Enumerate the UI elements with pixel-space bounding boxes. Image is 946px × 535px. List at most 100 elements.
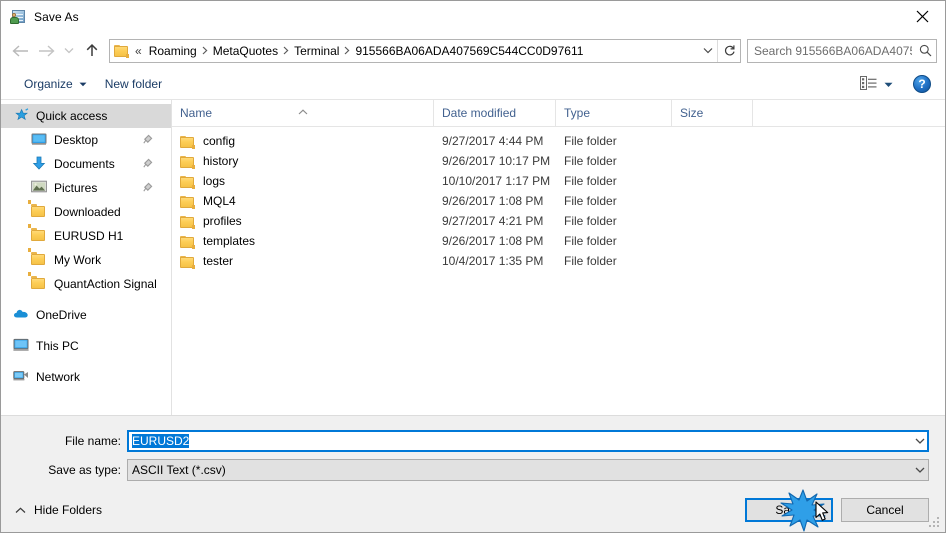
sidebar-item-label: OneDrive	[36, 308, 87, 322]
search-input[interactable]	[748, 43, 914, 58]
table-row[interactable]: history 9/26/2017 10:17 PM File folder	[172, 151, 945, 171]
monitor-icon	[31, 132, 47, 148]
sidebar-item-onedrive[interactable]: OneDrive	[1, 303, 171, 327]
resize-grip[interactable]	[929, 517, 941, 529]
sidebar-item-quick-access[interactable]: Quick access	[1, 104, 171, 128]
sidebar-item-pictures[interactable]: Pictures	[1, 176, 171, 200]
table-row[interactable]: profiles 9/27/2017 4:21 PM File folder	[172, 211, 945, 231]
help-button[interactable]: ?	[913, 75, 931, 93]
folder-icon	[180, 155, 195, 169]
pin-icon[interactable]	[143, 157, 153, 171]
pin-icon[interactable]	[143, 133, 153, 147]
file-name-value: EURUSD2	[128, 434, 911, 448]
organize-button[interactable]: Organize	[15, 73, 96, 95]
hide-folders-button[interactable]: Hide Folders	[11, 499, 106, 521]
save-button[interactable]: Save	[745, 498, 833, 522]
forward-button[interactable]	[33, 38, 59, 64]
breadcrumb: « Roaming MetaQuotes Terminal 915566BA06…	[133, 42, 698, 60]
folder-icon	[28, 248, 47, 268]
file-date-cell: 9/27/2017 4:44 PM	[442, 134, 544, 148]
dialog-footer: Hide Folders Save Cancel	[1, 488, 945, 532]
file-name-cell: templates	[172, 234, 434, 249]
sidebar-item-network[interactable]: Network	[1, 365, 171, 389]
search-box[interactable]	[747, 38, 937, 63]
file-date-cell: 10/4/2017 1:35 PM	[442, 254, 544, 268]
table-row[interactable]: tester 10/4/2017 1:35 PM File folder	[172, 251, 945, 271]
file-type-cell: File folder	[564, 234, 617, 248]
folder-icon	[28, 224, 47, 244]
save-as-icon	[10, 9, 26, 25]
back-button[interactable]	[7, 38, 33, 64]
up-button[interactable]	[79, 38, 105, 64]
folder-icon	[180, 255, 195, 269]
file-name-cell: MQL4	[172, 194, 434, 209]
file-name-cell: profiles	[172, 214, 434, 229]
chevron-down-icon[interactable]	[698, 40, 717, 62]
star-icon	[13, 108, 29, 124]
table-row[interactable]: config 9/27/2017 4:44 PM File folder	[172, 131, 945, 151]
sidebar-item-eurusd-h1[interactable]: EURUSD H1	[1, 224, 171, 248]
command-toolbar: Organize New folder ?	[1, 69, 945, 100]
sidebar-item-this-pc[interactable]: This PC	[1, 334, 171, 358]
folder-icon	[180, 135, 195, 149]
file-type-cell: File folder	[564, 254, 617, 268]
breadcrumb-item-0[interactable]: Roaming	[145, 42, 201, 60]
sidebar-item-downloaded[interactable]: Downloaded	[1, 200, 171, 224]
column-header-type[interactable]: Type	[556, 100, 672, 126]
cancel-button[interactable]: Cancel	[841, 498, 929, 522]
chevron-up-icon	[15, 503, 26, 517]
breadcrumb-item-3[interactable]: 915566BA06ADA407569C544CC0D97611	[351, 42, 587, 60]
breadcrumb-item-2[interactable]: Terminal	[290, 42, 343, 60]
sidebar-item-label: Pictures	[54, 181, 98, 195]
breadcrumb-overflow[interactable]: «	[133, 44, 145, 58]
change-view-button[interactable]	[854, 73, 899, 96]
search-icon	[914, 40, 936, 62]
pin-icon[interactable]	[143, 181, 153, 195]
file-name-label: history	[203, 154, 239, 168]
hide-folders-label: Hide Folders	[34, 503, 103, 517]
file-type-cell: File folder	[564, 174, 617, 188]
network-icon	[13, 369, 29, 385]
refresh-icon[interactable]	[717, 39, 740, 62]
computer-icon	[13, 338, 29, 354]
close-icon[interactable]	[899, 1, 945, 31]
chevron-down-icon	[884, 77, 893, 91]
save-as-type-select[interactable]: ASCII Text (*.csv)	[127, 459, 929, 481]
column-header-size[interactable]: Size	[672, 100, 753, 126]
file-date-cell: 10/10/2017 1:17 PM	[442, 174, 551, 188]
chevron-down-icon[interactable]	[911, 467, 928, 473]
file-name-label: MQL4	[203, 194, 236, 208]
column-header-name[interactable]: Name	[172, 100, 434, 126]
file-type-cell: File folder	[564, 214, 617, 228]
sort-ascending-icon	[297, 100, 309, 125]
file-name-label: config	[203, 134, 236, 148]
file-name-text: EURUSD2	[132, 434, 190, 448]
file-type-cell: File folder	[564, 154, 617, 168]
file-type-cell: File folder	[564, 194, 617, 208]
file-date-cell: 9/26/2017 10:17 PM	[442, 154, 551, 168]
sidebar-item-label: QuantAction Signal	[54, 277, 157, 291]
table-row[interactable]: MQL4 9/26/2017 1:08 PM File folder	[172, 191, 945, 211]
save-as-type-label: Save as type:	[48, 463, 121, 477]
file-name-input[interactable]: EURUSD2	[127, 430, 929, 452]
sidebar-item-label: My Work	[54, 253, 102, 267]
table-row[interactable]: templates 9/26/2017 1:08 PM File folder	[172, 231, 945, 251]
file-date-cell: 9/27/2017 4:21 PM	[442, 214, 544, 228]
sidebar-item-label: Documents	[54, 157, 115, 171]
save-as-dialog: Save As « Roaming MetaQuotes Terminal 91…	[0, 0, 946, 533]
sidebar-item-documents[interactable]: Documents	[1, 152, 171, 176]
dialog-content: Quick access Desktop Documents Pictures …	[1, 100, 945, 415]
file-type-cell: File folder	[564, 134, 617, 148]
breadcrumb-item-1[interactable]: MetaQuotes	[209, 42, 282, 60]
save-as-type-row: Save as type: ASCII Text (*.csv)	[1, 459, 945, 481]
sidebar-item-my-work[interactable]: My Work	[1, 248, 171, 272]
new-folder-button[interactable]: New folder	[96, 73, 171, 95]
recent-locations-button[interactable]	[59, 38, 79, 64]
sidebar-item-label: Desktop	[54, 133, 99, 147]
chevron-down-icon[interactable]	[911, 438, 928, 444]
sidebar-item-desktop[interactable]: Desktop	[1, 128, 171, 152]
sidebar-item-quantaction-signal[interactable]: QuantAction Signal	[1, 272, 171, 296]
table-row[interactable]: logs 10/10/2017 1:17 PM File folder	[172, 171, 945, 191]
address-bar[interactable]: « Roaming MetaQuotes Terminal 915566BA06…	[109, 38, 741, 63]
column-header-date-modified[interactable]: Date modified	[434, 100, 556, 126]
